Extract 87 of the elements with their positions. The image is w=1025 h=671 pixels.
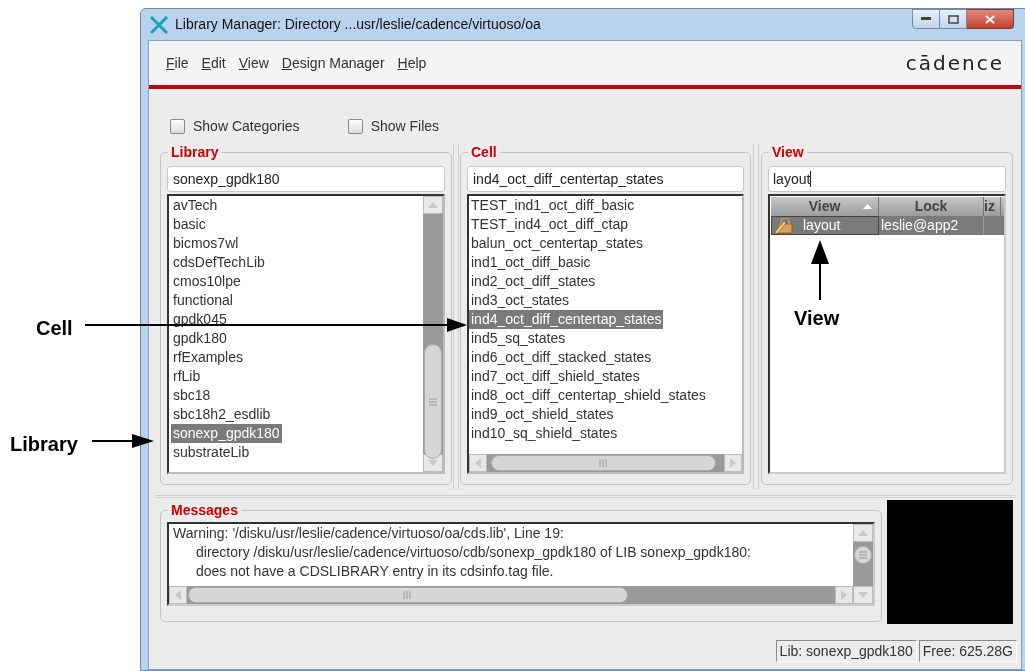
down-arrow-icon bbox=[428, 460, 438, 466]
app-logo-icon bbox=[149, 15, 169, 34]
checkbox[interactable] bbox=[347, 119, 363, 134]
list-item[interactable]: sbc18h2_esdlib bbox=[171, 405, 273, 424]
list-item[interactable]: cmos10lpe bbox=[171, 272, 243, 291]
group-title: View bbox=[771, 144, 805, 160]
table-cell: leslie@app2 bbox=[879, 216, 984, 235]
callout-arrow bbox=[811, 240, 829, 300]
group-title: Library bbox=[170, 144, 220, 160]
menu-item[interactable]: Edit bbox=[201, 52, 226, 74]
list-item[interactable]: basic bbox=[171, 215, 208, 234]
list-item[interactable]: rfLib bbox=[171, 367, 203, 386]
close-button[interactable] bbox=[967, 9, 1014, 29]
callout-arrow bbox=[92, 434, 154, 448]
field-value: ind4_oct_diff_centertap_states bbox=[473, 169, 664, 189]
list-item[interactable]: ind1_oct_diff_basic bbox=[469, 253, 593, 272]
vertical-scrollbar[interactable] bbox=[423, 196, 443, 472]
list-item[interactable]: gpdk180 bbox=[171, 329, 229, 348]
menu-item[interactable]: View bbox=[238, 52, 269, 74]
list-item[interactable]: ind7_oct_diff_shield_states bbox=[469, 367, 642, 386]
sort-arrow-icon bbox=[863, 204, 872, 209]
checkbox-label: Show Files bbox=[370, 117, 440, 136]
left-arrow-icon bbox=[175, 590, 181, 600]
list-item[interactable]: gpdk045 bbox=[171, 310, 229, 329]
window-title: Library Manager: Directory ...usr/leslie/cadence/virtuoso/oa bbox=[175, 15, 541, 34]
list-item[interactable]: cdsDefTechLib bbox=[171, 253, 267, 272]
table-row[interactable]: layout leslie@app2 bbox=[771, 216, 1004, 235]
list-item[interactable]: sonexp_gpdk180 bbox=[171, 424, 282, 443]
callout-label: View bbox=[794, 306, 840, 331]
minimize-icon bbox=[921, 17, 931, 21]
close-icon bbox=[985, 14, 995, 24]
checkbox[interactable] bbox=[170, 119, 185, 134]
text-field[interactable]: ind4_oct_diff_centertap_states bbox=[467, 166, 744, 192]
left-arrow-icon bbox=[475, 458, 481, 468]
message-line: does not have a CDSLIBRARY entry in its cdsinfo.tag file. bbox=[195, 562, 555, 581]
message-line: directory /disku/usr/leslie/cadence/virtuoso/cdb/sonexp_gpdk180 of LIB sonexp_gpdk180: bbox=[195, 543, 752, 562]
list-item[interactable]: balun_oct_centertap_states bbox=[469, 234, 645, 253]
lock-pencil-icon bbox=[774, 217, 794, 234]
field-value: layout bbox=[773, 169, 811, 189]
menu-item[interactable]: File bbox=[166, 52, 189, 74]
list-item[interactable]: rfExamples bbox=[171, 348, 246, 367]
list-item[interactable]: substrateLib bbox=[171, 443, 252, 462]
list-item[interactable]: functional bbox=[171, 291, 235, 310]
list-item[interactable]: TEST_ind4_oct_diff_ctap bbox=[469, 215, 630, 234]
restore-icon bbox=[947, 14, 959, 24]
group-title: Cell bbox=[470, 144, 498, 160]
field-value: sonexp_gpdk180 bbox=[173, 169, 280, 189]
list-item[interactable]: sbc18 bbox=[171, 386, 213, 405]
column-header[interactable]: View bbox=[771, 197, 879, 216]
table-cell-text: layout bbox=[803, 216, 841, 235]
right-arrow-icon bbox=[730, 458, 736, 468]
grip-icon bbox=[428, 397, 438, 406]
list-item[interactable]: avTech bbox=[171, 196, 220, 215]
callout-label: Library bbox=[10, 432, 78, 457]
checkbox-label: Show Categories bbox=[193, 117, 300, 136]
menu-item[interactable]: Help bbox=[397, 52, 427, 74]
list-item[interactable]: TEST_ind1_oct_diff_basic bbox=[469, 196, 637, 215]
group-title: Messages bbox=[170, 502, 239, 518]
minimize-button[interactable] bbox=[912, 9, 940, 29]
logo: cādence bbox=[905, 50, 1004, 77]
list-item[interactable]: bicmos7wl bbox=[171, 234, 241, 253]
status-field: Free: 625.28G bbox=[918, 640, 1017, 662]
text-field[interactable]: sonexp_gpdk180 bbox=[167, 166, 445, 192]
list-item[interactable]: ind5_sq_states bbox=[469, 329, 568, 348]
list-item[interactable]: ind6_oct_diff_stacked_states bbox=[469, 348, 654, 367]
grip-icon bbox=[403, 591, 413, 599]
maximize-button[interactable] bbox=[940, 9, 967, 29]
horizontal-scrollbar[interactable] bbox=[469, 454, 742, 472]
right-arrow-icon bbox=[841, 590, 847, 600]
list-item[interactable]: ind3_oct_states bbox=[469, 291, 572, 310]
up-arrow-icon bbox=[858, 530, 868, 536]
text-field[interactable]: layout bbox=[768, 166, 1006, 192]
list-item[interactable]: ind9_oct_shield_states bbox=[469, 405, 616, 424]
menu-item[interactable]: Design Manager bbox=[281, 52, 385, 74]
status-field: Lib: sonexp_gpdk180 bbox=[775, 640, 917, 662]
up-arrow-icon bbox=[428, 202, 438, 208]
grip-icon bbox=[858, 551, 868, 559]
down-arrow-icon bbox=[858, 592, 868, 598]
list-item[interactable]: ind10_sq_shield_states bbox=[469, 424, 620, 443]
vertical-scrollbar[interactable] bbox=[853, 524, 873, 604]
list-item[interactable]: ind8_oct_diff_centertap_shield_states bbox=[469, 386, 708, 405]
message-line: Warning: '/disku/usr/leslie/cadence/virtuoso/oa/cds.lib', Line 19: bbox=[173, 524, 565, 543]
list-item[interactable]: ind2_oct_diff_states bbox=[469, 272, 598, 291]
list-item[interactable]: ind4_oct_diff_centertap_states bbox=[469, 310, 664, 329]
callout-label: Cell bbox=[36, 316, 73, 341]
grip-icon bbox=[598, 459, 609, 467]
horizontal-scrollbar[interactable] bbox=[169, 586, 853, 604]
